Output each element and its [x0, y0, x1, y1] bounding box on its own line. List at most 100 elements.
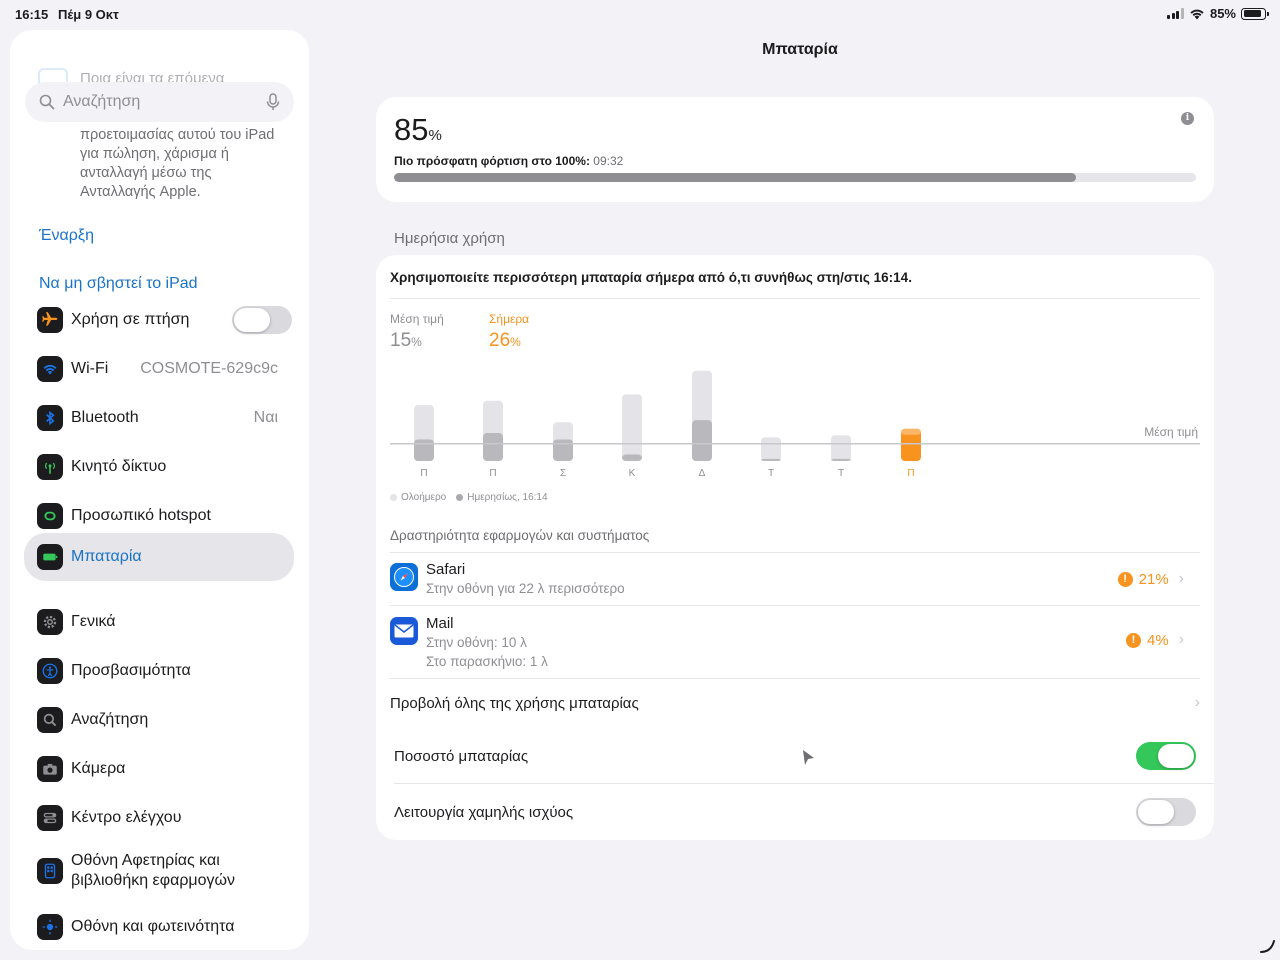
- wifi-icon: [37, 356, 63, 382]
- sidebar-item-control-center[interactable]: Κέντρο ελέγχου: [24, 796, 294, 840]
- divider: [390, 678, 1200, 679]
- battery-percentage-toggle[interactable]: [1136, 742, 1196, 770]
- warning-icon: !: [1125, 632, 1141, 648]
- sidebar-item-gear[interactable]: Γενικά: [24, 600, 294, 644]
- app-detail: Στην οθόνη για 22 λ περισσότερο: [426, 581, 625, 596]
- sidebar-item-accessibility[interactable]: Προσβασιμότητα: [24, 649, 294, 693]
- scroll-indicator-icon: [1260, 940, 1275, 953]
- activity-header: Δραστηριότητα εφαρμογών και συστήματος: [390, 528, 650, 543]
- sidebar-item-value: COSMOTE-629c9c: [140, 360, 278, 377]
- divider: [390, 605, 1200, 606]
- status-date: Πέμ 9 Οκτ: [58, 7, 119, 22]
- daily-usage-header: Ημερήσια χρήση: [394, 230, 505, 247]
- gear-icon: [37, 609, 63, 635]
- battery-status-icon: [1241, 7, 1269, 20]
- bar-all-day: [622, 394, 642, 461]
- cellular-signal-icon: [1167, 8, 1184, 19]
- app-row-mail[interactable]: Mail Στην οθόνη: 10 λ Στο παρασκήνιο: 1 …: [390, 614, 1200, 671]
- x-tick-label: Δ: [699, 468, 706, 479]
- wifi-status-icon: [1190, 9, 1204, 19]
- divider: [390, 552, 1200, 553]
- chart-legend: Ολοήμερο Ημερησίως, 16:14: [390, 492, 548, 503]
- pointer-cursor-icon: [803, 750, 814, 765]
- chevron-right-icon[interactable]: ›: [1195, 694, 1200, 712]
- mail-icon: [390, 617, 418, 645]
- home-screen-icon: [37, 858, 63, 884]
- sidebar: Ποια είναι τα επόμενα προετοιμασίας αυτο…: [10, 30, 309, 950]
- battery-percentage-label: Ποσοστό μπαταρίας: [394, 748, 529, 765]
- bar-daily: [553, 439, 573, 461]
- battery-icon: [37, 544, 63, 570]
- start-link[interactable]: Έναρξη: [39, 227, 94, 245]
- airplane-icon: [37, 307, 63, 333]
- sidebar-item-antenna[interactable]: Κινητό δίκτυο: [24, 445, 294, 489]
- low-power-toggle[interactable]: [1136, 798, 1196, 826]
- sidebar-item-label: Αναζήτηση: [71, 711, 149, 728]
- legend-daily: Ημερησίως, 16:14: [456, 492, 548, 503]
- x-tick-label: Σ: [560, 468, 566, 479]
- accessibility-icon: [37, 658, 63, 684]
- battery-percent: 85%: [394, 112, 442, 147]
- search-icon: [39, 94, 55, 110]
- bar-daily: [483, 433, 503, 461]
- divider: [394, 783, 1214, 784]
- battery-level-fill: [394, 173, 1076, 182]
- search-icon: [37, 707, 63, 733]
- bar-all-day: [761, 437, 781, 461]
- sidebar-item-label: Κέντρο ελέγχου: [71, 809, 182, 826]
- daily-usage-chart: Π Π Σ Κ Δ Τ Τ Π Μέση τιμή: [390, 370, 1200, 479]
- sidebar-item-label: Γενικά: [71, 613, 116, 630]
- page-title: Μπαταρία: [762, 41, 838, 58]
- status-bar: 16:15 Πέμ 9 Οκτ 85%: [0, 0, 1280, 28]
- sidebar-item-value: Ναι: [253, 409, 278, 426]
- last-charge: Πιο πρόσφατη φόρτιση στο 100%: 09:32: [394, 154, 624, 168]
- view-all-usage-link[interactable]: Προβολή όλης της χρήσης μπαταρίας: [390, 695, 639, 712]
- x-tick-label: Π: [907, 468, 914, 479]
- app-name: Mail: [426, 615, 454, 632]
- sidebar-item-label: Χρήση σε πτήση: [71, 311, 190, 328]
- chevron-right-icon: ›: [1178, 570, 1184, 587]
- camera-icon: [37, 756, 63, 782]
- antenna-icon: [37, 454, 63, 480]
- x-tick-label: Τ: [838, 468, 844, 479]
- average-line-label: Μέση τιμή: [1144, 425, 1198, 439]
- sidebar-item-label: Μπαταρία: [71, 548, 142, 565]
- airplane-mode-toggle[interactable]: [232, 306, 292, 334]
- battery-percent-status: 85%: [1209, 6, 1236, 21]
- warning-icon: !: [1117, 571, 1133, 587]
- app-detail: Στην οθόνη: 10 λ: [426, 635, 527, 650]
- sidebar-item-wifi[interactable]: Wi-Fi COSMOTE-629c9c: [24, 347, 294, 391]
- bar-daily: [692, 420, 712, 461]
- x-tick-label: Π: [420, 468, 427, 479]
- sidebar-item-search[interactable]: Αναζήτηση: [24, 698, 294, 742]
- brightness-icon: [37, 914, 63, 940]
- safari-icon: [390, 563, 418, 591]
- sidebar-item-label: Κινητό δίκτυο: [71, 458, 167, 475]
- control-center-icon: [37, 805, 63, 831]
- app-row-safari[interactable]: Safari Στην οθόνη για 22 λ περισσότερο !…: [390, 560, 1200, 598]
- usage-card: Χρησιμοποιείτε περισσότερη μπαταρία σήμε…: [376, 255, 1214, 840]
- sidebar-item-bluetooth[interactable]: Bluetooth Ναι: [24, 396, 294, 440]
- sidebar-item-battery[interactable]: Μπαταρία: [24, 533, 294, 581]
- search-placeholder: Αναζήτηση: [63, 93, 141, 110]
- sidebar-item-home-screen[interactable]: Οθόνη Αφετηρίας και βιβλιοθήκη εφαρμογών: [24, 845, 294, 897]
- sidebar-item-airplane[interactable]: Χρήση σε πτήση: [24, 298, 294, 342]
- bar-daily: [414, 439, 434, 461]
- sidebar-item-hotspot[interactable]: Προσωπικό hotspot: [24, 494, 294, 538]
- low-power-label: Λειτουργία χαμηλής ισχύος: [394, 804, 574, 821]
- search-bar[interactable]: Αναζήτηση: [25, 82, 294, 122]
- microphone-icon[interactable]: [266, 93, 280, 111]
- x-tick-label: Π: [489, 468, 496, 479]
- bluetooth-icon: [37, 405, 63, 431]
- status-indicators: 85%: [1167, 6, 1269, 21]
- dont-erase-link[interactable]: Να μη σβηστεί το iPad: [39, 275, 198, 293]
- sidebar-item-label: Προσωπικό hotspot: [71, 507, 211, 524]
- battery-level-card: 85% i Πιο πρόσφατη φόρτιση στο 100%: 09:…: [376, 97, 1214, 202]
- sidebar-item-brightness[interactable]: Οθόνη και φωτεινότητα: [24, 905, 294, 949]
- sidebar-item-label: Bluetooth: [71, 409, 139, 426]
- x-tick-label: Τ: [768, 468, 774, 479]
- sidebar-item-label: Wi-Fi: [71, 360, 109, 377]
- info-icon[interactable]: i: [1181, 112, 1194, 125]
- bar-daily: [761, 458, 781, 461]
- sidebar-item-camera[interactable]: Κάμερα: [24, 747, 294, 791]
